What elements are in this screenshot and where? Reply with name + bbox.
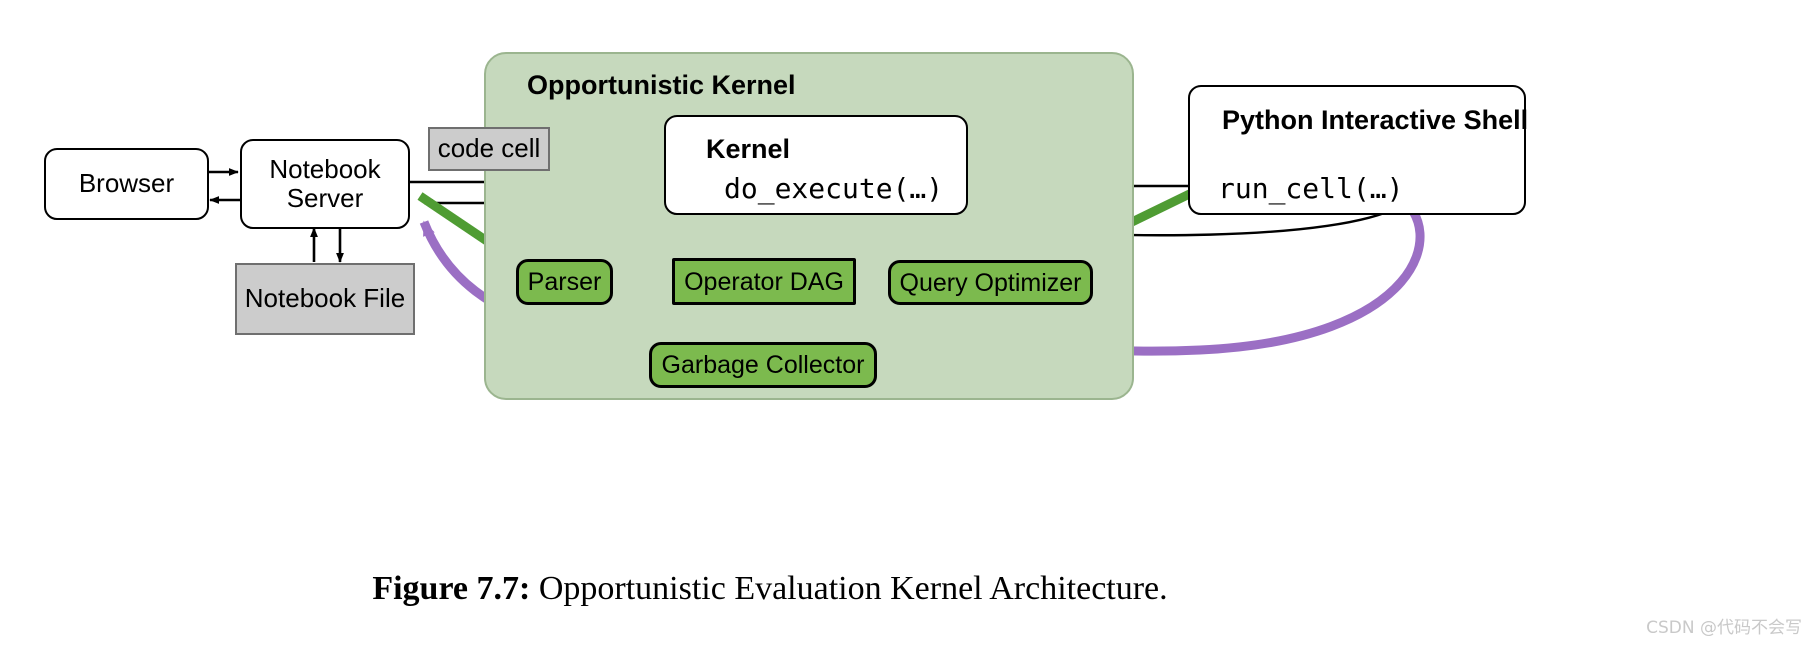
figure-caption-label: Figure 7.7: xyxy=(372,570,531,607)
label-code-cell: code cell xyxy=(428,127,550,171)
node-notebook-server-label-line2: Server xyxy=(286,183,364,213)
label-code-cell-text: code cell xyxy=(437,133,541,164)
panel-python-shell-method: run_cell(…) xyxy=(1218,172,1404,205)
figure-canvas: Opportunistic Kernel Browser Notebook Se… xyxy=(0,0,1816,646)
node-notebook-server[interactable]: Notebook Server xyxy=(240,139,410,229)
node-browser[interactable]: Browser xyxy=(44,148,209,220)
panel-kernel-method: do_execute(…) xyxy=(724,172,944,205)
node-operator-dag[interactable]: Operator DAG xyxy=(672,258,856,305)
node-notebook-file[interactable]: Notebook File xyxy=(235,263,415,335)
node-query-optimizer[interactable]: Query Optimizer xyxy=(888,260,1093,305)
panel-python-shell-title: Python Interactive Shell xyxy=(1222,105,1529,135)
node-operator-dag-label: Operator DAG xyxy=(684,267,844,296)
figure-caption: Figure 7.7: Opportunistic Evaluation Ker… xyxy=(0,570,1540,608)
node-parser-label: Parser xyxy=(527,268,602,296)
node-garbage-collector-label: Garbage Collector xyxy=(661,351,865,379)
node-query-optimizer-label: Query Optimizer xyxy=(899,268,1082,297)
opportunistic-kernel-title: Opportunistic Kernel xyxy=(527,70,796,100)
node-parser[interactable]: Parser xyxy=(516,259,613,305)
watermark: CSDN @代码不会写 xyxy=(1646,618,1802,638)
figure-caption-text: Opportunistic Evaluation Kernel Architec… xyxy=(538,570,1168,607)
panel-kernel-title: Kernel xyxy=(706,134,791,164)
node-garbage-collector[interactable]: Garbage Collector xyxy=(649,342,877,388)
node-browser-label: Browser xyxy=(78,168,175,199)
node-notebook-server-label-line1: Notebook xyxy=(269,153,381,184)
node-notebook-file-label: Notebook File xyxy=(244,283,406,314)
